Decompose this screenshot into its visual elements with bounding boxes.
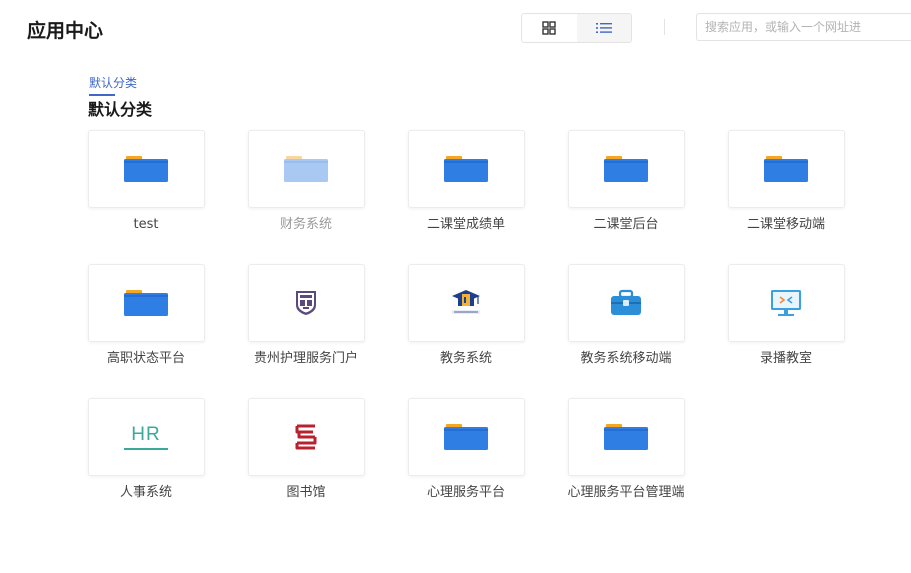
app-card[interactable] bbox=[567, 264, 685, 342]
app-card[interactable] bbox=[727, 264, 845, 342]
app-card[interactable] bbox=[87, 130, 205, 208]
app-card[interactable] bbox=[247, 398, 365, 476]
app-card[interactable]: HR bbox=[87, 398, 205, 476]
folder-icon bbox=[124, 290, 168, 316]
list-view-button[interactable] bbox=[577, 14, 632, 42]
app-label: test bbox=[133, 217, 159, 232]
app-tile-second-class-mobile[interactable]: 二课堂移动端 bbox=[706, 130, 866, 234]
app-card[interactable] bbox=[247, 130, 365, 208]
hr-icon-text: HR bbox=[131, 424, 161, 445]
app-label: 高职状态平台 bbox=[106, 351, 185, 366]
app-card[interactable] bbox=[87, 264, 205, 342]
app-tile-academic[interactable]: 教务系统 bbox=[386, 264, 546, 368]
view-toggle bbox=[521, 13, 632, 43]
folder-icon bbox=[444, 424, 488, 450]
school-crest-icon bbox=[296, 291, 316, 315]
app-tile-recording-classroom[interactable]: 录播教室 bbox=[706, 264, 866, 368]
app-label: 心理服务平台管理端 bbox=[567, 485, 685, 500]
folder-icon bbox=[764, 156, 808, 182]
app-label: 贵州护理服务门户 bbox=[253, 351, 358, 366]
search-input[interactable] bbox=[696, 13, 911, 41]
app-card[interactable] bbox=[727, 130, 845, 208]
app-label: 二课堂移动端 bbox=[746, 217, 825, 232]
folder-icon bbox=[124, 156, 168, 182]
folder-icon bbox=[604, 424, 648, 450]
app-label: 心理服务平台 bbox=[426, 485, 505, 500]
hr-icon: HR bbox=[124, 424, 168, 450]
list-icon bbox=[595, 23, 612, 33]
app-label: 图书馆 bbox=[286, 485, 326, 500]
app-label: 人事系统 bbox=[119, 485, 172, 500]
app-label: 教务系统移动端 bbox=[580, 351, 672, 366]
app-label: 二课堂成绩单 bbox=[426, 217, 505, 232]
folder-light-icon bbox=[284, 156, 328, 182]
briefcase-icon bbox=[611, 289, 641, 315]
app-label: 财务系统 bbox=[279, 217, 332, 232]
app-tile-vocational-status[interactable]: 高职状态平台 bbox=[66, 264, 226, 368]
app-tile-academic-mobile[interactable]: 教务系统移动端 bbox=[546, 264, 706, 368]
category-tab[interactable]: 默认分类 bbox=[89, 74, 137, 91]
app-tile-psych-admin[interactable]: 心理服务平台管理端 bbox=[546, 398, 706, 502]
library-logo-icon bbox=[295, 424, 317, 450]
grid-view-button[interactable] bbox=[522, 14, 577, 42]
app-card[interactable] bbox=[407, 264, 525, 342]
grid-icon bbox=[542, 21, 556, 35]
monitor-icon bbox=[771, 290, 801, 316]
app-card[interactable] bbox=[247, 264, 365, 342]
app-tile-nursing-portal[interactable]: 贵州护理服务门户 bbox=[226, 264, 386, 368]
app-label: 二课堂后台 bbox=[593, 217, 659, 232]
category-section-title: 默认分类 bbox=[88, 100, 153, 119]
app-tile-library[interactable]: 图书馆 bbox=[226, 398, 386, 502]
app-tile-psych-platform[interactable]: 心理服务平台 bbox=[386, 398, 546, 502]
app-tile-transcript[interactable]: 二课堂成绩单 bbox=[386, 130, 546, 234]
toolbar-divider bbox=[664, 19, 665, 35]
app-tile-second-class-admin[interactable]: 二课堂后台 bbox=[546, 130, 706, 234]
app-label: 录播教室 bbox=[759, 351, 812, 366]
app-tile-finance[interactable]: 财务系统 bbox=[226, 130, 386, 234]
folder-icon bbox=[444, 156, 488, 182]
app-tile-test[interactable]: test bbox=[66, 130, 226, 234]
app-card[interactable] bbox=[567, 398, 685, 476]
folder-icon bbox=[604, 156, 648, 182]
app-card[interactable] bbox=[407, 130, 525, 208]
page-title: 应用中心 bbox=[27, 20, 104, 42]
app-tile-hr[interactable]: HR 人事系统 bbox=[66, 398, 226, 502]
graduation-cap-icon bbox=[452, 290, 480, 314]
app-label: 教务系统 bbox=[439, 351, 492, 366]
app-card[interactable] bbox=[407, 398, 525, 476]
app-card[interactable] bbox=[567, 130, 685, 208]
